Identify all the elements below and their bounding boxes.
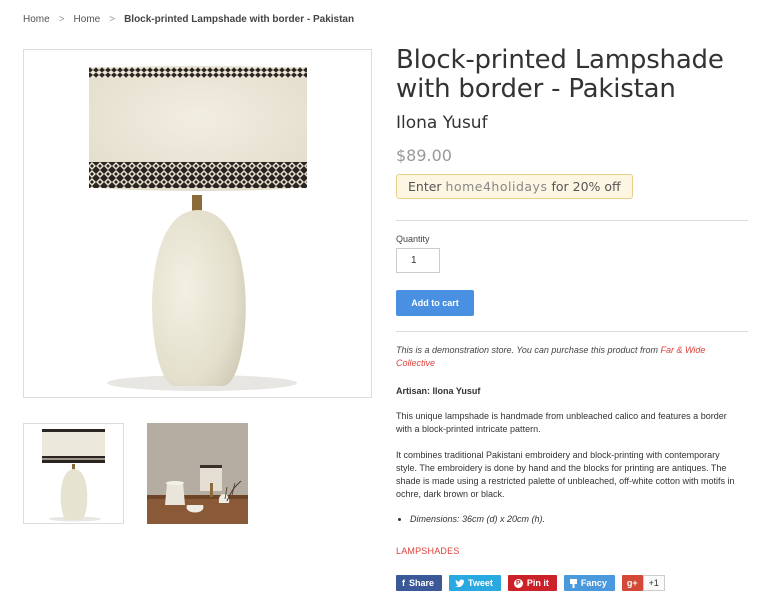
breadcrumb-separator: > xyxy=(58,14,65,25)
facebook-share-label: Share xyxy=(409,578,435,588)
thumbnail-lamp[interactable] xyxy=(23,423,124,524)
pinterest-pin-label: Pin it xyxy=(526,578,549,588)
divider xyxy=(396,220,748,221)
product-title-line1: Block-printed Lampshade xyxy=(396,45,724,75)
social-share-bar: f Share Tweet P Pin it Fancy g+ +1 xyxy=(396,575,665,591)
google-plus-button[interactable]: g+ xyxy=(621,575,643,591)
description-paragraph: It combines traditional Pakistani embroi… xyxy=(396,450,735,499)
thumbnail-room-image xyxy=(147,423,248,524)
breadcrumb-current: Block-printed Lampshade with border - Pa… xyxy=(124,14,355,25)
pinterest-icon: P xyxy=(513,578,523,588)
pinterest-pin-button[interactable]: P Pin it xyxy=(507,575,557,591)
add-to-cart-button[interactable]: Add to cart xyxy=(396,290,474,316)
promo-suffix: for 20% off xyxy=(551,179,621,194)
description-paragraph: This unique lampshade is handmade from u… xyxy=(396,411,727,434)
thumbnail-lamp-image xyxy=(42,429,105,522)
twitter-icon xyxy=(455,579,465,587)
divider xyxy=(396,331,748,332)
twitter-tweet-label: Tweet xyxy=(468,578,493,588)
product-description: This is a demonstration store. You can p… xyxy=(396,344,736,526)
twitter-tweet-button[interactable]: Tweet xyxy=(449,575,501,591)
quantity-input[interactable] xyxy=(396,248,440,273)
thumbnail-room[interactable] xyxy=(147,423,248,524)
product-price: $89.00 xyxy=(396,146,452,165)
fancy-button[interactable]: Fancy xyxy=(563,575,615,591)
main-product-image[interactable] xyxy=(23,49,372,398)
product-title-line2: with border - Pakistan xyxy=(396,74,676,104)
google-plus-icon: g+ xyxy=(626,578,638,588)
promo-prefix: Enter xyxy=(408,179,442,194)
demo-notice-text: This is a demonstration store. You can p… xyxy=(396,345,658,355)
fancy-icon xyxy=(569,578,577,588)
product-vendor[interactable]: Ilona Yusuf xyxy=(396,113,748,133)
lamp-image xyxy=(89,66,307,391)
dimensions-list: Dimensions: 36cm (d) x 20cm (h). xyxy=(396,513,736,526)
product-title: Block-printed Lampshade with border - Pa… xyxy=(396,46,748,104)
breadcrumb: Home > Home > Block-printed Lampshade wi… xyxy=(23,14,354,25)
promo-code: home4holidays xyxy=(445,179,548,194)
promo-banner: Enter home4holidays for 20% off xyxy=(396,174,633,199)
demo-notice: This is a demonstration store. You can p… xyxy=(396,344,736,370)
breadcrumb-home-link-2[interactable]: Home xyxy=(74,14,101,25)
artisan-name: Artisan: Ilona Yusuf xyxy=(396,386,481,396)
google-plus-count: +1 xyxy=(642,575,665,591)
facebook-share-button[interactable]: f Share xyxy=(396,575,443,591)
facebook-icon: f xyxy=(402,578,405,588)
breadcrumb-home-link[interactable]: Home xyxy=(23,14,50,25)
quantity-label: Quantity xyxy=(396,234,430,244)
collection-tag-link[interactable]: LAMPSHADES xyxy=(396,546,460,556)
fancy-label: Fancy xyxy=(580,578,607,588)
dimensions-item: Dimensions: 36cm (d) x 20cm (h). xyxy=(410,513,736,526)
product-info: Block-printed Lampshade with border - Pa… xyxy=(396,46,748,199)
breadcrumb-separator: > xyxy=(109,14,116,25)
